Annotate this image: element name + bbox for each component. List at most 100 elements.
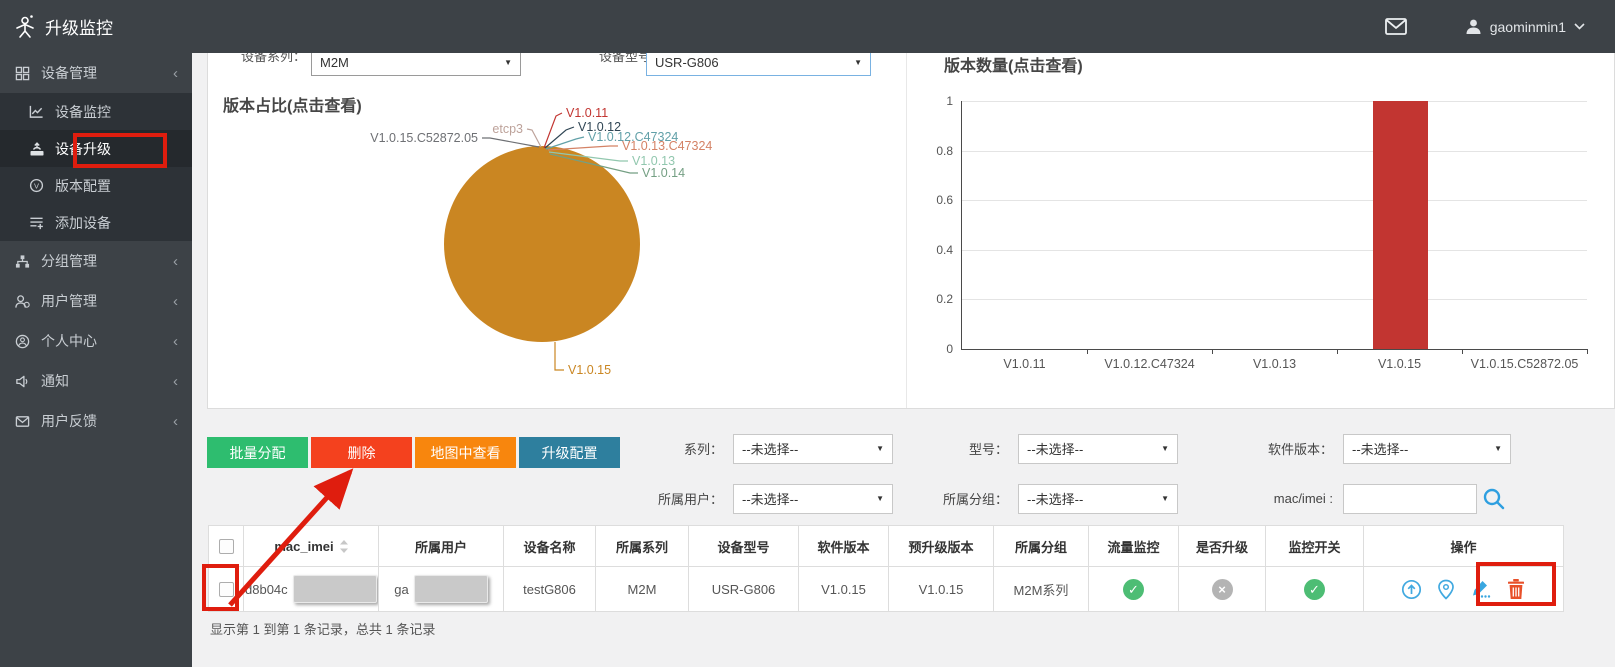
device-model-value: USR-G806 bbox=[655, 55, 719, 70]
speaker-icon bbox=[14, 373, 31, 390]
col-traffic-monitor: 流量监控 bbox=[1089, 526, 1179, 567]
messages-button[interactable] bbox=[1385, 18, 1407, 35]
sidebar-item-device-monitor[interactable]: 设备监控 bbox=[0, 93, 192, 130]
monitor-switch-on-badge[interactable]: ✓ bbox=[1304, 579, 1325, 600]
collapse-chevron-icon: ‹ bbox=[173, 373, 178, 390]
bar-gridline bbox=[962, 299, 1587, 300]
bar-V1.0.15[interactable] bbox=[1373, 101, 1428, 349]
search-icon bbox=[1481, 486, 1507, 512]
user-menu[interactable]: gaominmin1 bbox=[1465, 18, 1585, 35]
sidebar-item-device-management[interactable]: 设备管理 ‹ bbox=[0, 53, 192, 93]
bar-xtick-label: V1.0.15 bbox=[1378, 357, 1421, 371]
bar-tickmark bbox=[1212, 349, 1213, 354]
bar-tickmark bbox=[1337, 349, 1338, 354]
delete-button[interactable]: 删除 bbox=[311, 437, 412, 468]
mac-imei-cell: d8b04c bbox=[245, 575, 377, 603]
owner-value: ga bbox=[394, 582, 408, 597]
redacted-mac-box bbox=[293, 575, 377, 603]
model-filter-select[interactable]: --未选择-- ▼ bbox=[1018, 434, 1178, 464]
app-root: 升级监控 gaominmin1 bbox=[0, 0, 1615, 667]
sidebar-item-label: 设备管理 bbox=[41, 63, 97, 83]
select-arrow-icon: ▼ bbox=[876, 494, 884, 503]
col-mac-imei[interactable]: mac_imei bbox=[244, 526, 379, 567]
pie-slice-dominant[interactable] bbox=[444, 146, 640, 342]
grid-icon bbox=[14, 65, 31, 82]
col-pre-upgrade: 预升级版本 bbox=[889, 526, 994, 567]
bar-ytick-label: 0 bbox=[946, 342, 953, 356]
sw-version-cell: V1.0.15 bbox=[799, 567, 889, 612]
mac-imei-filter-label: mac/imei : bbox=[1178, 491, 1343, 506]
bar-chart-title[interactable]: 版本数量(点击查看) bbox=[944, 52, 1083, 76]
table-header-row: mac_imei 所属用户 设备名称 所属系列 设备型号 软件版本 预升级版本 … bbox=[209, 526, 1564, 567]
edit-marker-icon bbox=[1470, 579, 1491, 599]
group-filter-select[interactable]: --未选择-- ▼ bbox=[1018, 484, 1178, 514]
charts-panel: 设备系列： M2M ▼ 设备型号: USR-G806 ▼ 版本占比(点击查看) … bbox=[207, 35, 1615, 409]
col-series: 所属系列 bbox=[596, 526, 689, 567]
pie-chart[interactable]: V1.0.11 V1.0.12 V1.0.12.C47324 V1.0.13.C… bbox=[328, 86, 888, 416]
table-row: d8b04c ga testG806 M2M USR-G806 V1.0.15 … bbox=[209, 567, 1564, 612]
sidebar-item-device-upgrade[interactable]: 设备升级 bbox=[0, 130, 192, 167]
upgrade-config-button[interactable]: 升级配置 bbox=[519, 437, 620, 468]
bar-chart[interactable]: 00.20.40.60.81V1.0.11V1.0.12.C47324V1.0.… bbox=[961, 101, 1587, 350]
username: gaominmin1 bbox=[1490, 19, 1566, 35]
collapse-chevron-icon: ‹ bbox=[173, 65, 178, 82]
select-arrow-icon: ▼ bbox=[854, 58, 862, 67]
sidebar-item-label: 添加设备 bbox=[55, 213, 111, 233]
sidebar-item-user-management[interactable]: 用户管理 ‹ bbox=[0, 281, 192, 321]
owner-filter-value: --未选择-- bbox=[742, 489, 798, 508]
series-filter-select[interactable]: --未选择-- ▼ bbox=[733, 434, 893, 464]
sidebar-item-add-device[interactable]: 添加设备 bbox=[0, 204, 192, 241]
upgrade-action-button[interactable] bbox=[1401, 579, 1422, 600]
sidebar-item-notifications[interactable]: 通知 ‹ bbox=[0, 361, 192, 401]
device-series-value: M2M bbox=[320, 55, 349, 70]
trash-icon bbox=[1506, 578, 1526, 600]
app-title: 升级监控 bbox=[45, 14, 113, 39]
sidebar-item-personal-center[interactable]: 个人中心 ‹ bbox=[0, 321, 192, 361]
row-checkbox[interactable] bbox=[219, 582, 234, 597]
row-actions bbox=[1365, 578, 1562, 600]
sw-version-filter-select[interactable]: --未选择-- ▼ bbox=[1343, 434, 1511, 464]
select-all-checkbox[interactable] bbox=[219, 539, 234, 554]
top-bar: 升级监控 gaominmin1 bbox=[0, 0, 1615, 53]
pie-label-5: V1.0.14 bbox=[642, 166, 685, 180]
monitor-chart-icon bbox=[28, 103, 45, 120]
sidebar-item-label: 个人中心 bbox=[41, 331, 97, 351]
chevron-down-icon bbox=[1574, 23, 1585, 30]
collapse-chevron-icon: ‹ bbox=[173, 413, 178, 430]
group-filter-label: 所属分组： bbox=[893, 489, 1018, 508]
toolbar: 批量分配 删除 地图中查看 升级配置 bbox=[207, 437, 620, 468]
main-content: 设备系列： M2M ▼ 设备型号: USR-G806 ▼ 版本占比(点击查看) … bbox=[192, 53, 1615, 667]
logo-figure-icon bbox=[12, 14, 38, 40]
users-icon bbox=[14, 293, 31, 310]
map-view-button[interactable]: 地图中查看 bbox=[415, 437, 516, 468]
edit-action-button[interactable] bbox=[1470, 579, 1491, 599]
owner-filter-select[interactable]: --未选择-- ▼ bbox=[733, 484, 893, 514]
upgrade-circle-icon bbox=[1401, 579, 1422, 600]
locate-action-button[interactable] bbox=[1437, 579, 1455, 600]
col-owner: 所属用户 bbox=[379, 526, 504, 567]
location-pin-icon bbox=[1437, 579, 1455, 600]
traffic-monitor-on-badge[interactable]: ✓ bbox=[1123, 579, 1144, 600]
sidebar: 设备管理 ‹ 设备监控 设备升级 bbox=[0, 53, 192, 667]
bar-gridline bbox=[962, 250, 1587, 251]
model-filter-label: 型号： bbox=[893, 439, 1018, 458]
is-upgraded-off-badge[interactable]: × bbox=[1212, 579, 1233, 600]
search-button[interactable] bbox=[1481, 486, 1507, 512]
group-cell: M2M系列 bbox=[994, 567, 1089, 612]
mac-imei-input[interactable] bbox=[1343, 484, 1477, 514]
sidebar-item-version-config[interactable]: V 版本配置 bbox=[0, 167, 192, 204]
delete-action-button[interactable] bbox=[1506, 578, 1526, 600]
bar-gridline bbox=[962, 151, 1587, 152]
sidebar-item-group-management[interactable]: 分组管理 ‹ bbox=[0, 241, 192, 281]
bar-gridline bbox=[962, 200, 1587, 201]
bar-ytick-label: 0.8 bbox=[936, 144, 953, 158]
pre-upgrade-cell: V1.0.15 bbox=[889, 567, 994, 612]
batch-assign-button[interactable]: 批量分配 bbox=[207, 437, 308, 468]
redacted-owner-box bbox=[414, 575, 488, 603]
sidebar-item-label: 通知 bbox=[41, 371, 69, 391]
sort-icon[interactable] bbox=[340, 540, 348, 553]
pie-leader-6 bbox=[527, 129, 541, 147]
sidebar-item-user-feedback[interactable]: 用户反馈 ‹ bbox=[0, 401, 192, 441]
collapse-chevron-icon: ‹ bbox=[173, 253, 178, 270]
bar-ytick-label: 0.4 bbox=[936, 243, 953, 257]
